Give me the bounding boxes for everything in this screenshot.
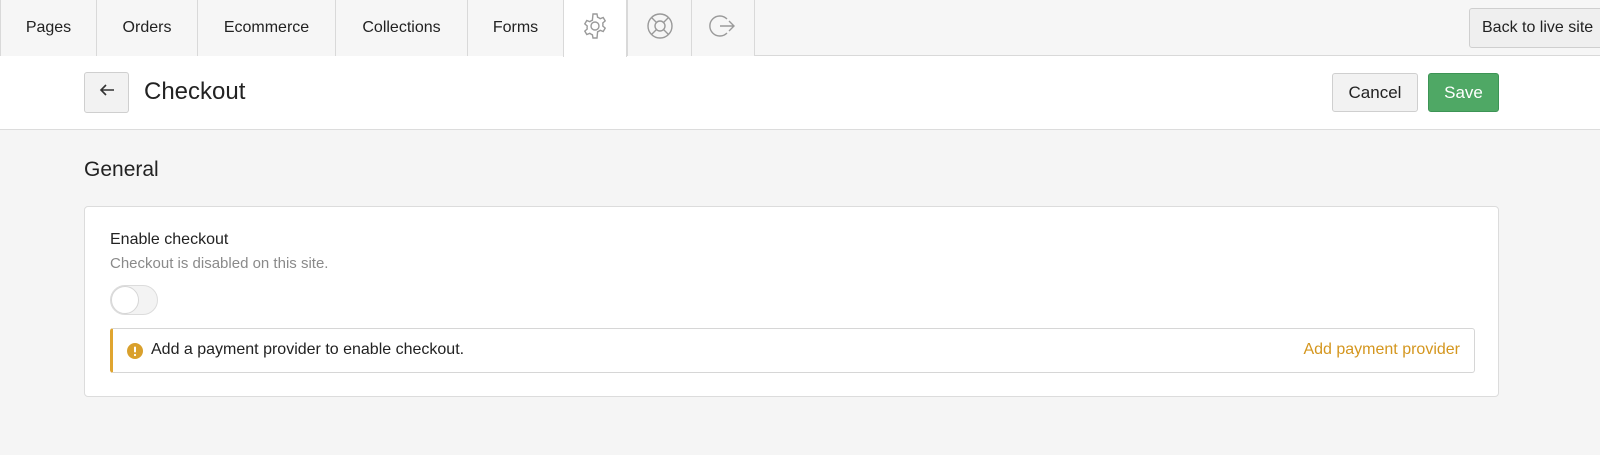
warning-icon (127, 343, 143, 359)
add-payment-provider-link[interactable]: Add payment provider (1303, 341, 1460, 359)
enable-checkout-toggle[interactable] (110, 285, 158, 315)
lifebuoy-icon (645, 11, 675, 46)
arrow-left-icon (98, 81, 116, 104)
setting-label: Enable checkout (110, 231, 229, 248)
top-navigation: Pages Orders Ecommerce Collections Forms (0, 0, 1600, 57)
tab-orders-label: Orders (122, 19, 172, 36)
gear-icon (580, 11, 610, 46)
cancel-button[interactable]: Cancel (1332, 73, 1418, 112)
payment-provider-alert: Add a payment provider to enable checkou… (110, 328, 1475, 373)
page-header: Checkout Cancel Save (0, 56, 1600, 130)
save-button-label: Save (1444, 82, 1483, 102)
tab-ecommerce-label: Ecommerce (223, 19, 310, 36)
tab-orders[interactable]: Orders (96, 0, 197, 56)
tab-forms-label: Forms (492, 19, 539, 36)
tab-ecommerce[interactable]: Ecommerce (197, 0, 335, 56)
tab-forms[interactable]: Forms (467, 0, 563, 56)
back-to-live-site-label: Back to live site (1482, 19, 1594, 36)
alert-text: Add a payment provider to enable checkou… (151, 341, 465, 358)
back-button[interactable] (84, 72, 129, 113)
save-button[interactable]: Save (1428, 73, 1499, 112)
page-title: Checkout (144, 78, 246, 105)
logout-icon (708, 11, 738, 46)
toggle-knob (111, 286, 139, 314)
tab-pages-label: Pages (25, 19, 72, 36)
tab-help[interactable] (627, 0, 691, 56)
tab-logout[interactable] (691, 0, 755, 56)
cancel-button-label: Cancel (1348, 82, 1402, 102)
settings-card: Enable checkout Checkout is disabled on … (84, 206, 1499, 397)
tab-pages[interactable]: Pages (0, 0, 96, 56)
tab-settings[interactable] (563, 0, 627, 57)
setting-description: Checkout is disabled on this site. (110, 255, 329, 272)
tab-collections[interactable]: Collections (335, 0, 467, 56)
back-to-live-site-button[interactable]: Back to live site (1469, 8, 1600, 48)
section-title: General (84, 158, 159, 181)
tab-collections-label: Collections (362, 19, 441, 36)
